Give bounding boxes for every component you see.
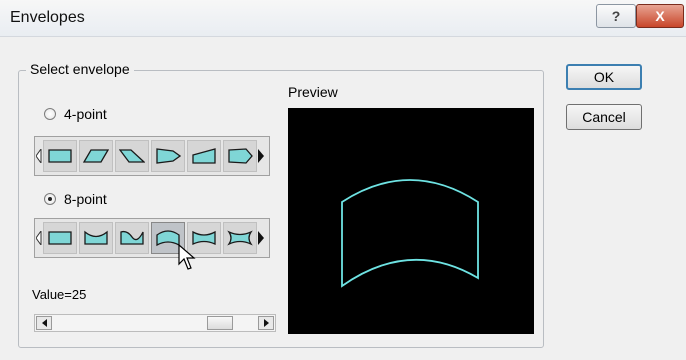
trapezoid-left-icon [119,149,145,163]
parallelogram-icon [83,149,109,163]
four-point-option[interactable]: 4-point [44,106,107,122]
close-icon: X [655,8,665,24]
bowtie-icon [227,230,253,246]
strip-right-arrow[interactable] [257,219,265,257]
scroll-right-button[interactable] [258,316,274,330]
wave-top-icon [120,230,144,245]
arrow-pentagon-icon [156,148,181,164]
trapezoid-right-icon [192,148,216,164]
shape-option[interactable] [79,222,113,254]
preview-label: Preview [288,84,338,100]
close-button[interactable]: X [636,4,684,28]
eight-point-shape-strip [34,218,270,258]
strip-left-arrow[interactable] [35,219,43,257]
strip-left-arrow[interactable] [35,137,43,175]
value-slider[interactable] [34,314,276,332]
strip-right-arrow[interactable] [257,137,265,175]
concave-top-icon [84,230,108,245]
slider-thumb[interactable] [207,316,233,330]
four-point-shape-strip [34,136,270,176]
eight-point-option[interactable]: 8-point [44,191,107,207]
eight-point-label: 8-point [64,191,107,207]
shape-option[interactable] [43,140,77,172]
shape-option[interactable] [187,140,221,172]
rectangle-icon [48,231,72,245]
rectangle-icon [48,149,72,163]
window-title: Envelopes [10,9,85,26]
eight-point-radio[interactable] [44,193,56,205]
envelope-preview-shape [341,179,479,288]
group-legend: Select envelope [26,61,134,77]
ok-button[interactable]: OK [566,64,642,90]
help-button[interactable]: ? [596,4,636,28]
title-bar: Envelopes ? X [0,0,686,37]
four-point-label: 4-point [64,106,107,122]
shape-option[interactable] [223,140,257,172]
four-point-radio[interactable] [44,108,56,120]
shape-option[interactable] [43,222,77,254]
shape-option[interactable] [79,140,113,172]
cancel-button[interactable]: Cancel [566,104,642,130]
value-readout: Value=25 [32,287,87,302]
shape-option[interactable] [115,222,149,254]
mouse-cursor-icon [178,244,196,270]
tapered-pentagon-icon [228,148,253,164]
help-icon: ? [611,8,621,24]
shape-option[interactable] [223,222,257,254]
preview-canvas [288,108,534,334]
shape-option[interactable] [115,140,149,172]
shape-option[interactable] [151,140,185,172]
scroll-left-button[interactable] [36,316,52,330]
